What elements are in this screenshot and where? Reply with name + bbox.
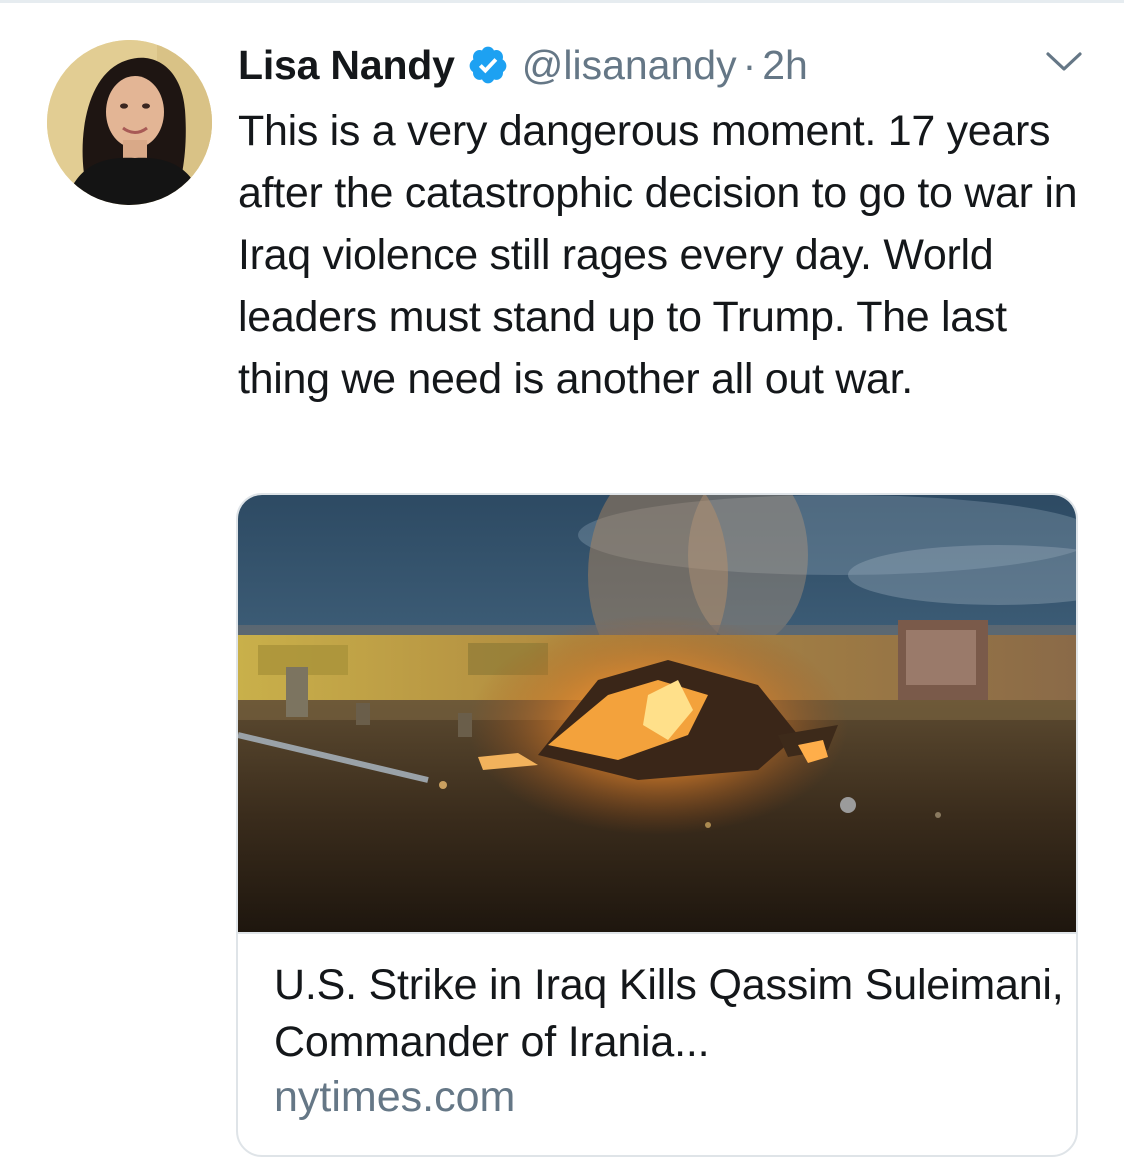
author-display-name[interactable]: Lisa Nandy xyxy=(238,42,455,89)
link-preview-card[interactable]: U.S. Strike in Iraq Kills Qassim Suleima… xyxy=(236,493,1078,1157)
tweet-header: Lisa Nandy @lisanandy · 2h xyxy=(238,38,808,92)
avatar-photo xyxy=(47,40,212,205)
burning-vehicle-photo xyxy=(238,495,1076,932)
tweet-text: This is a very dangerous moment. 17 year… xyxy=(238,107,1078,403)
verified-badge-icon xyxy=(469,46,507,84)
avatar[interactable] xyxy=(47,40,212,205)
chevron-down-icon[interactable] xyxy=(1044,48,1084,76)
tweet-timestamp[interactable]: 2h xyxy=(762,42,808,89)
separator-dot: · xyxy=(742,41,757,88)
card-image[interactable] xyxy=(238,495,1076,934)
card-title[interactable]: U.S. Strike in Iraq Kills Qassim Suleima… xyxy=(274,957,1064,1071)
author-handle[interactable]: @lisanandy xyxy=(522,42,737,89)
top-divider xyxy=(0,0,1124,3)
card-domain[interactable]: nytimes.com xyxy=(274,1072,515,1122)
